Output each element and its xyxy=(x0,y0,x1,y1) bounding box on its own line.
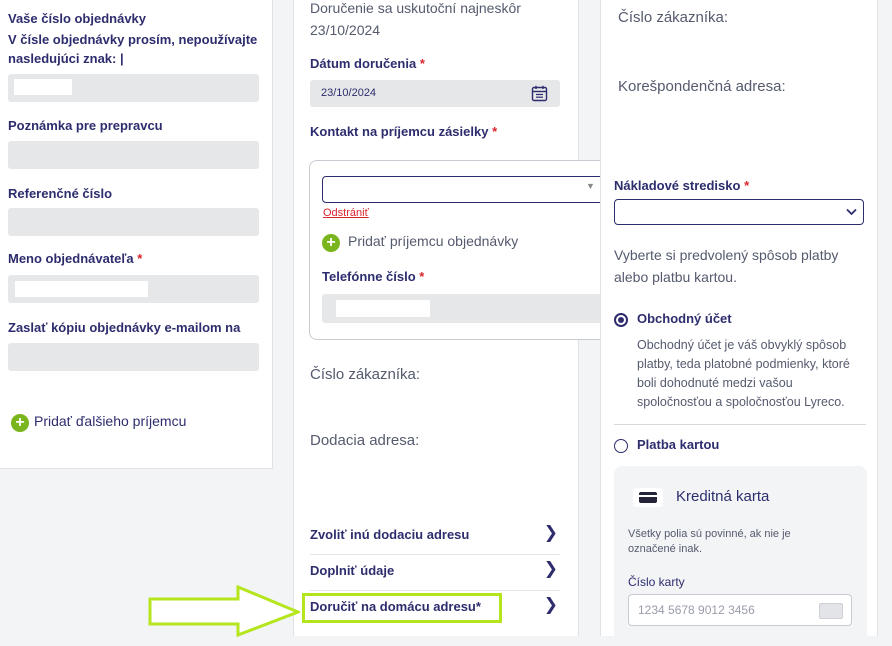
credit-card-header: Kreditná karta xyxy=(628,484,828,510)
order-number-input[interactable] xyxy=(8,74,259,102)
add-recipient-label: Pridať ďalšieho príjemcu xyxy=(34,413,187,429)
phone-input[interactable] xyxy=(322,294,600,323)
chevron-right-icon: ❯ xyxy=(543,523,558,542)
orderer-name-input[interactable] xyxy=(8,275,259,303)
payment-intro: Vyberte si predvolený spôsob platby aleb… xyxy=(614,247,839,285)
dropdown-arrow-icon: ▼ xyxy=(586,181,595,191)
required-marker: * xyxy=(419,56,425,71)
carrier-note-input[interactable] xyxy=(8,141,259,169)
card-number-placeholder: 1234 5678 9012 3456 xyxy=(638,603,755,617)
order-number-redacted xyxy=(14,79,72,95)
cost-center-label: Nákladové stredisko * xyxy=(614,178,749,193)
chevron-right-icon: ❯ xyxy=(543,559,558,578)
required-marker: * xyxy=(137,251,143,266)
phone-label-text: Telefónne číslo xyxy=(322,269,416,284)
card-radio[interactable] xyxy=(614,439,628,453)
copy-email-label: Zaslať kópiu objednávky e-mailom na xyxy=(8,320,241,335)
reference-number-input[interactable] xyxy=(8,208,259,236)
right-customer-number-label: Číslo zákazníka: xyxy=(618,9,729,26)
delivery-note: Doručenie sa uskutoční najneskôr 23/10/2… xyxy=(310,0,521,38)
choose-other-address-link[interactable]: Zvoliť inú dodaciu adresu ❯ xyxy=(310,518,560,555)
delivery-date-text: Dátum doručenia xyxy=(310,56,417,71)
orderer-name-text: Meno objednávateľa xyxy=(8,251,134,266)
chevron-right-icon: ❯ xyxy=(543,595,558,614)
carrier-note-label: Poznámka pre prepravcu xyxy=(8,118,163,133)
order-number-note: V čísle objednávky prosím, nepoužívajte … xyxy=(8,32,258,66)
credit-card-icon xyxy=(633,488,663,507)
card-number-label: Číslo karty xyxy=(628,575,685,589)
plus-icon: + xyxy=(11,414,29,432)
required-marker: * xyxy=(492,124,498,139)
add-contact-label: Pridať príjemcu objednávky xyxy=(348,233,519,249)
orderer-name-redacted xyxy=(15,281,148,297)
card-number-input[interactable]: 1234 5678 9012 3456 xyxy=(628,594,852,626)
chevron-down-icon xyxy=(846,208,857,216)
card-stripe xyxy=(639,495,657,497)
card-shape xyxy=(639,492,657,503)
card-option-label[interactable]: Platba kartou xyxy=(637,437,719,452)
phone-redacted xyxy=(336,300,430,317)
delivery-date-input[interactable]: 23/10/2024 xyxy=(310,80,560,107)
delivery-date-label: Dátum doručenia * xyxy=(310,56,425,71)
pointer-arrow xyxy=(148,585,300,637)
required-marker: * xyxy=(744,178,750,193)
remove-link[interactable]: Odstrániť xyxy=(323,207,369,219)
cost-center-select[interactable] xyxy=(614,199,864,225)
delivery-address-label: Dodacia adresa: xyxy=(310,432,420,449)
copy-email-input[interactable] xyxy=(8,343,259,371)
highlight-box xyxy=(302,593,502,623)
credit-card-title: Kreditná karta xyxy=(676,488,770,505)
delivery-date-value: 23/10/2024 xyxy=(321,87,377,99)
contact-label-text: Kontakt na príjemcu zásielky xyxy=(310,124,489,139)
account-radio[interactable] xyxy=(614,313,628,327)
cost-center-text: Nákladové stredisko xyxy=(614,178,741,193)
radio-dot xyxy=(618,317,624,323)
choose-other-address-text: Zvoliť inú dodaciu adresu xyxy=(310,527,470,542)
phone-label: Telefónne číslo * xyxy=(322,269,424,284)
required-marker: * xyxy=(419,269,425,284)
order-number-label: Vaše číslo objednávky xyxy=(8,11,147,26)
complete-details-text: Doplniť údaje xyxy=(310,563,395,578)
calendar-icon[interactable] xyxy=(531,85,548,102)
card-brand-icon xyxy=(819,603,843,619)
account-option-label[interactable]: Obchodný účet xyxy=(637,311,732,326)
middle-customer-number-label: Číslo zákazníka: xyxy=(310,366,421,383)
plus-icon: + xyxy=(322,234,340,252)
contact-select[interactable]: ▼ xyxy=(322,176,614,203)
account-option-description: Obchodný účet je váš obvyklý spôsob plat… xyxy=(637,338,850,409)
orderer-name-label: Meno objednávateľa * xyxy=(8,251,142,266)
complete-details-link[interactable]: Doplniť údaje ❯ xyxy=(310,554,560,591)
correspondence-address-label: Korešpondenčná adresa: xyxy=(618,78,786,95)
reference-number-label: Referenčné číslo xyxy=(8,186,113,201)
divider xyxy=(614,424,866,425)
contact-label: Kontakt na príjemcu zásielky * xyxy=(310,124,497,139)
card-required-note: Všetky polia sú povinné, ak nie je označ… xyxy=(628,528,791,555)
